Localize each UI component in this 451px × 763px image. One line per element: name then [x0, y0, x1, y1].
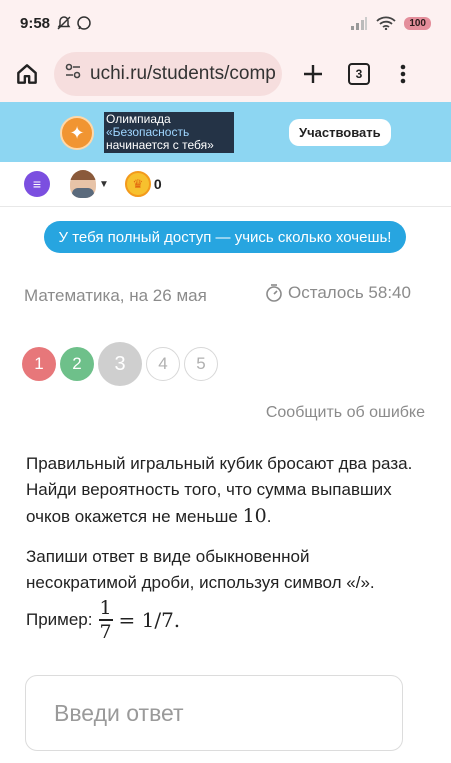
task-steps: 1 2 3 4 5: [22, 342, 218, 386]
url-text: uchi.ru/students/comp: [90, 63, 276, 84]
wifi-icon: [376, 16, 396, 30]
plus-icon: [304, 65, 322, 83]
chevron-down-icon[interactable]: ▼: [99, 179, 109, 190]
step-2[interactable]: 2: [60, 347, 94, 381]
step-1[interactable]: 1: [22, 347, 56, 381]
signal-icon: [351, 17, 368, 30]
home-icon: [17, 64, 37, 84]
report-error-link[interactable]: Сообщить об ошибке: [266, 404, 425, 422]
stopwatch-icon: [266, 284, 282, 302]
whatsapp-icon: [77, 16, 91, 30]
tab-switcher-button[interactable]: 3: [348, 63, 370, 85]
answer-input[interactable]: [25, 675, 403, 751]
url-bar[interactable]: uchi.ru/students/comp: [54, 52, 282, 96]
more-vert-icon: [400, 64, 406, 84]
full-access-banner[interactable]: У тебя полный доступ — учись сколько хоч…: [44, 221, 406, 253]
answer-example: Пример: 1 7 = 1/7.: [26, 597, 181, 643]
banner-title: Олимпиада «Безопасность начинается с теб…: [104, 112, 234, 153]
browser-toolbar: uchi.ru/students/comp 3: [0, 46, 451, 102]
olympiad-banner[interactable]: ✦ Олимпиада «Безопасность начинается с т…: [0, 102, 451, 162]
avatar[interactable]: [70, 170, 96, 198]
home-button[interactable]: [14, 61, 40, 87]
battery-indicator: 100: [404, 16, 431, 30]
browser-menu-button[interactable]: [400, 64, 406, 84]
app-toolbar: ≡ ▼ ♛ 0: [0, 162, 451, 207]
site-settings-icon[interactable]: [64, 62, 82, 86]
compass-icon: ✦: [60, 116, 94, 150]
notifications-off-icon: [57, 16, 71, 30]
coin-icon[interactable]: ♛: [124, 171, 151, 197]
task-text: Правильный игральный кубик бросают два р…: [26, 454, 413, 527]
chat-icon[interactable]: ≡: [24, 171, 50, 197]
step-3[interactable]: 3: [98, 342, 142, 386]
tab-count: 3: [348, 63, 370, 85]
coin-count: 0: [153, 176, 162, 192]
task-instructions: Запиши ответ в виде обыкновенной несокра…: [26, 547, 375, 592]
participate-button[interactable]: Участвовать: [289, 119, 391, 146]
example-fraction: 1 7: [98, 597, 113, 643]
lesson-timer: Осталось 58:40: [264, 283, 411, 303]
step-5[interactable]: 5: [184, 347, 218, 381]
lesson-subject: Математика, на 26 мая: [24, 286, 207, 305]
step-4[interactable]: 4: [146, 347, 180, 381]
status-time: 9:58: [20, 14, 51, 32]
status-bar: 9:58 100: [0, 0, 451, 46]
new-tab-button[interactable]: [302, 63, 324, 85]
